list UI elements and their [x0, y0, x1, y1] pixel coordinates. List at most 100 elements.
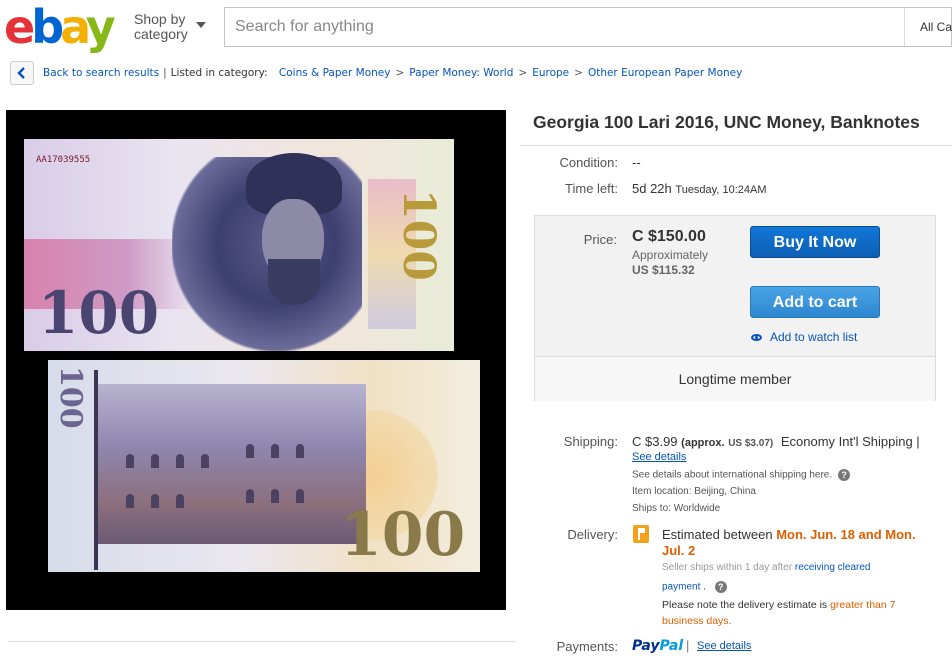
delivery-note-prefix: Please note the delivery estimate is — [662, 599, 828, 611]
shop-by-label: Shop by — [134, 11, 186, 27]
delivery-dates-2: Jul. 2 — [662, 543, 696, 558]
chevron-left-icon — [17, 67, 25, 79]
banknote-denomination-back-side: 100 — [53, 366, 88, 429]
banknote-denomination-corner: 100 — [393, 189, 444, 281]
item-image[interactable]: AA17039555 100 100 100 100 — [6, 110, 506, 610]
portrait-beard — [268, 259, 320, 305]
intl-shipping-note: See details about international shipping… — [632, 469, 851, 481]
add-to-cart-button[interactable]: Add to cart — [750, 286, 880, 318]
breadcrumb-separator: > — [518, 67, 528, 79]
delivery-label: Delivery: — [567, 527, 618, 542]
building-window — [126, 494, 134, 508]
building-window — [246, 444, 254, 458]
shipping-see-details-link[interactable]: See details — [632, 451, 686, 463]
delivery-estimate-prefix: Estimated between — [662, 527, 773, 542]
banknote-denomination-front: 100 — [38, 279, 160, 347]
intl-shipping-note-text: See details about international shipping… — [632, 469, 833, 481]
breadcrumb-coins-paper-money[interactable]: Coins & Paper Money — [279, 67, 391, 79]
building-window — [271, 489, 279, 503]
help-icon[interactable]: ? — [838, 469, 851, 481]
search-input[interactable] — [225, 8, 903, 46]
receiving-cleared-link[interactable]: receiving cleared — [795, 562, 871, 573]
paypal-logo: PayPal — [632, 638, 683, 654]
buy-it-now-button[interactable]: Buy It Now — [750, 226, 880, 258]
divider — [8, 641, 516, 642]
ebay-logo[interactable]: ebay — [4, 2, 124, 52]
delivery-estimate-line1: Estimated between Mon. Jun. 18 and Mon. — [662, 527, 916, 542]
payments-divider: | — [686, 638, 690, 653]
logo-letter-b: b — [31, 0, 64, 54]
payments-see-details-link[interactable]: See details — [697, 640, 751, 652]
shipping-cost-line: C $3.99 (approx. US $3.07) Economy Int'l… — [632, 434, 920, 449]
seller-ships-text: Seller ships within 1 day after — [662, 562, 793, 573]
logo-letter-a: a — [60, 0, 90, 54]
shipping-cost: C $3.99 — [632, 434, 678, 449]
watch-list-label: Add to watch list — [770, 330, 858, 344]
paypal-pal: Pal — [659, 638, 684, 654]
breadcrumb-separator: > — [395, 67, 405, 79]
category-select[interactable]: All Ca — [904, 8, 952, 46]
building-window — [201, 454, 209, 468]
building-window — [176, 454, 184, 468]
logo-letter-y: y — [85, 0, 116, 54]
category-label: category — [134, 26, 188, 42]
street-lamp — [94, 370, 98, 570]
building-window — [271, 444, 279, 458]
building-window — [151, 454, 159, 468]
listed-in-label: Listed in category: — [170, 67, 268, 79]
search-bar: All Ca — [224, 7, 952, 47]
back-button[interactable] — [10, 61, 34, 85]
breadcrumb-europe[interactable]: Europe — [532, 67, 569, 79]
item-location: Item location: Beijing, China — [632, 486, 756, 497]
time-left-label: Time left: — [565, 181, 618, 196]
ships-to: Ships to: Worldwide — [632, 503, 721, 514]
shop-by-category-button[interactable]: Shop by category — [134, 11, 206, 42]
condition-label: Condition: — [559, 155, 618, 170]
approx-value: US $115.32 — [632, 263, 695, 277]
banknote-denomination-back: 100 — [340, 500, 466, 570]
banknote-serial: AA17039555 — [36, 155, 91, 165]
breadcrumb-paper-money-world[interactable]: Paper Money: World — [409, 67, 513, 79]
seller-info-panel: Longtime member — [535, 356, 935, 401]
chevron-down-icon — [196, 22, 206, 28]
shipping-method: Economy Int'l Shipping | — [780, 434, 920, 449]
price-label: Price: — [583, 232, 617, 247]
building-window — [246, 489, 254, 503]
delivery-note-highlight-1: greater than 7 — [830, 599, 896, 611]
back-to-search-link[interactable]: Back to search results — [43, 67, 159, 79]
payment-line: payment . ? — [662, 581, 727, 593]
payments-label: Payments: — [556, 639, 618, 654]
time-left-value: 5d 22h Tuesday, 10:24AM — [632, 181, 767, 196]
banknote-back-image: 100 100 — [48, 360, 480, 572]
eye-icon — [751, 334, 762, 342]
seller-ships-line: Seller ships within 1 day after receivin… — [662, 562, 870, 573]
breadcrumb-other-european-paper-money[interactable]: Other European Paper Money — [588, 67, 742, 79]
shipping-label: Shipping: — [563, 434, 618, 449]
payment-link[interactable]: payment — [662, 582, 700, 593]
condition-value: -- — [632, 155, 641, 170]
approx-label: Approximately — [632, 248, 709, 262]
payment-dot: . — [703, 581, 706, 593]
building-window — [151, 494, 159, 508]
shipping-approx-value: US $3.07) — [728, 438, 774, 449]
delivery-note-line1: Please note the delivery estimate is gre… — [662, 599, 895, 611]
time-left-duration: 5d 22h — [632, 181, 672, 196]
price-value: C $150.00 — [632, 228, 706, 245]
delivery-dates-1: Mon. Jun. 18 and Mon. — [776, 527, 916, 542]
building-illustration — [96, 384, 366, 544]
flag-icon — [633, 525, 649, 543]
breadcrumb: Back to search results | Listed in categor… — [43, 67, 742, 79]
price-box: Price: C $150.00 Approximately US $115.3… — [534, 215, 936, 401]
building-window — [126, 454, 134, 468]
paypal-pay: Pay — [632, 638, 660, 654]
divider — [520, 145, 952, 146]
building-window — [176, 494, 184, 508]
logo-letter-e: e — [4, 0, 35, 54]
time-left-date: Tuesday, 10:24AM — [675, 184, 767, 196]
help-icon[interactable]: ? — [714, 581, 727, 593]
building-window — [296, 444, 304, 458]
delivery-note-highlight-2: business days. — [662, 615, 732, 627]
shipping-approx-label: (approx. — [681, 437, 725, 449]
banknote-front-image: AA17039555 100 100 — [24, 139, 454, 351]
add-to-watch-list-link[interactable]: Add to watch list — [751, 330, 857, 344]
